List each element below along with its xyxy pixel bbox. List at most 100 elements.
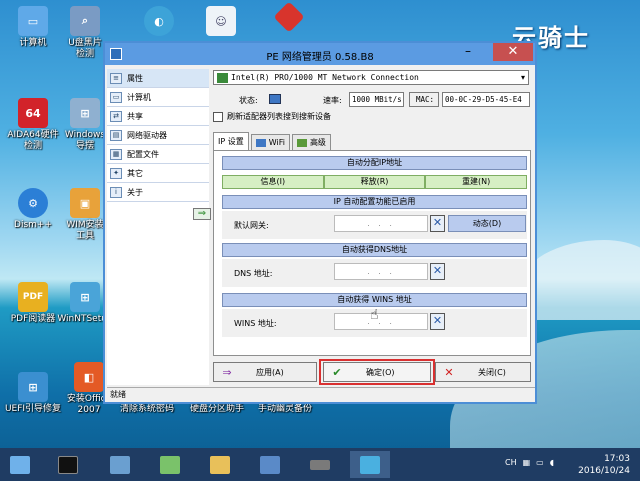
action-button-row: ⇒ 应用(A) ✔ 确定(O) ✕ 关闭(C) [213,359,533,385]
auto-dns-header[interactable]: 自动获得DNS地址 [222,243,527,257]
nic-select[interactable]: Intel(R) PRO/1000 MT Network Connection … [213,70,529,85]
network-drive-icon: ▤ [110,129,122,141]
mac-label: MAC: [409,92,439,107]
taskbar: CH ▦ ▭ ◖ 17:03 2016/10/24 [0,448,640,481]
dns-clear-icon[interactable]: ✕ [430,263,445,280]
nic-name: Intel(R) PRO/1000 MT Network Connection [231,73,419,82]
taskbar-grid-tool[interactable] [154,451,186,478]
memory-icon [310,459,330,470]
ok-button[interactable]: ✔ 确定(O) [323,362,431,382]
aida64-glyph: 64 [25,106,41,120]
sidebar-item-properties[interactable]: ≡ 属性 [107,69,209,88]
wins-input[interactable]: . . . [334,313,428,330]
volume-icon[interactable]: ◖ [550,458,554,467]
sidebar-item-other[interactable]: ✦ 其它 [107,164,209,183]
desktop-icon-partition[interactable]: 硬盘分区助手 [186,404,248,415]
ip-settings-panel: 自动分配IP地址 信息(I) 释放(R) 重建(N) IP 自动配置功能已启用 … [213,150,531,356]
checkmark-icon: ✔ [332,365,342,379]
computer-icon: ▭ [18,6,48,36]
clock[interactable]: 17:03 2016/10/24 [578,453,630,477]
properties-icon: ≡ [110,72,122,84]
gateway-label: 默认网关: [234,221,269,230]
tab-advanced[interactable]: 高级 [291,134,331,150]
apply-button[interactable]: ⇒ 应用(A) [213,362,317,382]
minimize-button[interactable]: – [457,45,479,60]
desktop-icon-label: UEFI引导修复 [4,404,62,414]
desktop-icon-disk-tool[interactable]: ◐ [128,6,190,38]
network-manager-icon [360,455,380,474]
info-button[interactable]: 信息(I) [222,175,324,189]
dns-field: DNS 地址: . . . ✕ [222,259,527,287]
tab-ip-settings[interactable]: IP 设置 [213,132,249,150]
disk-tool-icon: ◐ [144,6,174,36]
config-file-icon: ▦ [110,148,122,160]
sidebar-item-label: 属性 [127,73,143,83]
tab-wifi[interactable]: WiFi [250,134,290,150]
expand-arrow-button[interactable]: ⇒ [193,208,211,220]
taskbar-device-manager[interactable] [254,451,286,478]
sidebar-item-network-drive[interactable]: ▤ 网络驱动器 [107,126,209,145]
start-button[interactable] [4,451,36,478]
language-indicator[interactable]: CH [505,458,517,467]
status-label: 状态: [239,96,258,105]
pdf-icon: PDF [18,282,48,312]
sidebar-item-config-file[interactable]: ▦ 配置文件 [107,145,209,164]
sidebar-item-about[interactable]: i 关于 [107,183,209,202]
main-panel: Intel(R) PRO/1000 MT Network Connection … [213,70,533,385]
window-titlebar[interactable]: PE 网络管理员 0.58.B8 – ✕ [105,43,535,65]
sidebar-item-label: 配置文件 [127,149,159,159]
sidebar-item-share[interactable]: ⇄ 共享 [107,107,209,126]
taskbar-memory[interactable] [304,451,336,478]
release-button[interactable]: 释放(R) [323,175,426,189]
auto-wins-header[interactable]: 自动获得 WINS 地址 [222,293,527,307]
clock-time: 17:03 [604,454,630,464]
desktop-icon-uefi[interactable]: ⊞ UEFI引导修复 [2,372,64,415]
taskbar-network-manager[interactable] [350,451,390,478]
ok-label: 确定(O) [366,367,395,377]
sidebar-item-label: 共享 [127,111,143,121]
close-window-button[interactable]: ✕ [493,43,533,61]
close-button[interactable]: ✕ 关闭(C) [435,362,531,382]
refresh-checkbox[interactable] [213,111,223,122]
sidebar-item-label: 关于 [127,187,143,197]
gateway-clear-icon[interactable]: ✕ [430,215,445,232]
desktop-icon-ghost[interactable]: ☺ [190,6,252,38]
sidebar: ≡ 属性 ▭ 计算机 ⇄ 共享 ▤ 网络驱动器 ▦ 配置文件 ✦ 其它 i 关于 ⇒ [107,69,211,385]
dism-gear-icon: ⚙ [18,188,48,218]
sidebar-item-computer[interactable]: ▭ 计算机 [107,88,209,107]
taskbar-disk-manager[interactable] [104,451,136,478]
sidebar-item-label: 计算机 [127,92,151,102]
wins-clear-icon[interactable]: ✕ [430,313,445,330]
winnt-setup-icon: ⊞ [70,282,100,312]
background-hills [520,240,640,320]
dns-input[interactable]: . . . [334,263,428,280]
aida64-icon: 64 [18,98,48,128]
close-x-icon: ✕ [444,365,454,379]
mouse-cursor-icon: ☝ [370,307,379,323]
system-tray: CH ▦ ▭ ◖ [505,458,554,467]
gateway-input[interactable]: . . . [334,215,428,232]
sidebar-item-label: 其它 [127,168,143,178]
wins-label: WINS 地址: [234,319,277,328]
keyboard-icon[interactable]: ▦ [523,458,531,467]
uefi-repair-icon: ⊞ [18,372,48,402]
ip-action-row: 信息(I) 释放(R) 重建(N) [222,175,528,189]
desktop-icon-diskgenius[interactable] [258,1,320,33]
display-icon[interactable]: ▭ [536,458,544,467]
desktop-icon-label: 硬盘分区助手 [189,404,244,414]
gateway-field: 默认网关: . . . ✕ 动态(D) [222,211,527,239]
chevron-down-icon[interactable]: ▾ [521,73,525,82]
wim-tool-icon: ▣ [70,188,100,218]
diskgenius-icon [273,1,305,33]
taskbar-explorer[interactable] [204,451,236,478]
auto-ip-header[interactable]: 自动分配IP地址 [222,156,527,170]
cmd-icon [58,455,78,474]
desktop-icon-clear-password[interactable]: 清除系统密码 [116,404,178,415]
renew-button[interactable]: 重建(N) [425,175,528,189]
refresh-row: 刷新适配器列表搜到搜新设备 [213,111,331,122]
windows-install-icon: ⊞ [70,98,100,128]
desktop-icon-ghost-backup[interactable]: 手动幽灵备份 [254,404,316,415]
dynamic-button[interactable]: 动态(D) [448,215,526,232]
desktop-icon-label: 清除系统密码 [119,404,174,414]
taskbar-cmd[interactable] [52,451,84,478]
